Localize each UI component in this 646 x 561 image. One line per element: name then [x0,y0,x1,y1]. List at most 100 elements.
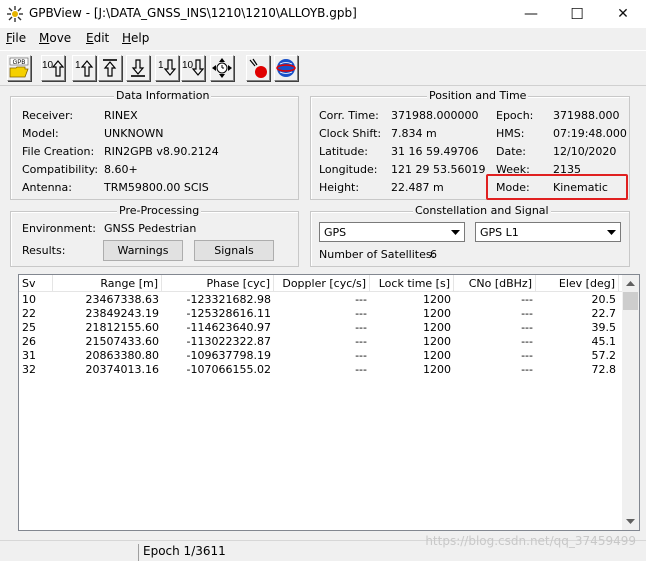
col-elev[interactable]: Elev [deg] [536,275,619,292]
globe-icon [276,59,296,77]
table-row[interactable]: 22 23849243.19 -125328616.11 --- 1200 --… [19,307,622,321]
warnings-button[interactable]: Warnings [103,240,183,261]
menu-move[interactable]: Move [39,31,71,45]
minimize-icon: — [524,6,538,22]
signal-select[interactable]: GPS L1 [475,222,621,242]
scroll-thumb[interactable] [623,292,638,310]
table-row[interactable]: 32 20374013.16 -107066155.02 --- 1200 --… [19,363,622,377]
cell-range: 21812155.60 [85,321,159,334]
corr-time-value: 371988.000000 [391,109,479,122]
forward-10-epochs-button[interactable]: 10 [181,55,205,81]
latitude-value: 31 16 59.49706 [391,145,479,158]
back-10-epochs-button[interactable]: 10 [41,55,65,81]
maximize-button[interactable]: ☐ [554,0,600,28]
cell-sv: 22 [22,307,36,320]
menu-edit[interactable]: Edit [86,31,109,45]
cell-lock-time: 1200 [423,293,451,306]
bottom-arrow-icon [131,59,145,77]
close-icon: ✕ [617,6,629,22]
gpb-icon-label: GPB [13,60,26,66]
window-title: GPBView - [J:\DATA_GNSS_INS\1210\1210\AL… [29,6,357,20]
constellation-select[interactable]: GPS [319,222,465,242]
col-sv[interactable]: Sv [19,275,53,292]
col-range[interactable]: Range [m] [53,275,162,292]
table-row[interactable]: 10 23467338.63 -123321682.98 --- 1200 --… [19,293,622,307]
height-value: 22.487 m [391,181,444,194]
cell-phase: -113022322.87 [186,335,271,348]
cell-cno: --- [521,321,533,334]
down-10-arrow-icon: 10 [182,59,204,76]
cell-doppler: --- [355,349,367,362]
col-lock-time[interactable]: Lock time [s] [370,275,454,292]
title-bar: GPBView - [J:\DATA_GNSS_INS\1210\1210\AL… [0,0,646,28]
constellation-signal-group: Constellation and Signal GPS GPS L1 Numb… [310,204,630,267]
model-value: UNKNOWN [104,127,164,140]
first-epoch-button[interactable] [98,55,122,81]
cell-elev: 72.8 [591,363,617,376]
open-gpb-button[interactable]: GPB [7,55,31,81]
date-value: 12/10/2020 [553,145,617,158]
back-1-epoch-button[interactable]: 1 [72,55,96,81]
cell-cno: --- [521,363,533,376]
model-label: Model: [22,127,59,140]
scroll-up-icon[interactable] [622,275,639,292]
up-1-num: 1 [75,60,81,71]
cell-lock-time: 1200 [423,349,451,362]
satellite-table[interactable]: Sv Range [m] Phase [cyc] Doppler [cyc/s]… [18,274,640,531]
last-epoch-button[interactable] [126,55,150,81]
epoch-value: 371988.000 [553,109,620,122]
table-row[interactable]: 25 21812155.60 -114623640.97 --- 1200 --… [19,321,622,335]
scroll-down-icon[interactable] [622,513,639,530]
cell-range: 20374013.16 [85,363,159,376]
epoch-label: Epoch: [496,109,534,122]
cell-elev: 57.2 [591,349,617,362]
constellation-select-value: GPS [324,226,347,239]
stop-button[interactable] [246,55,270,81]
toolbar: GPB 10 1 1 10 [0,50,646,86]
menu-help[interactable]: Help [122,31,149,45]
mode-highlight-box [486,174,628,200]
col-cno[interactable]: CNo [dBHz] [454,275,536,292]
num-satellites-value: 6 [430,248,437,261]
hms-value: 07:19:48.000 [553,127,627,140]
down-10-num: 10 [182,60,194,71]
cell-sv: 32 [22,363,36,376]
menu-file[interactable]: File [6,31,26,45]
clock-shift-label: Clock Shift: [319,127,382,140]
compatibility-label: Compatibility: [22,163,99,176]
file-creation-value: RIN2GPB v8.90.2124 [104,145,219,158]
signals-button[interactable]: Signals [194,240,274,261]
cell-elev: 20.5 [591,293,617,306]
cell-phase: -123321682.98 [186,293,271,306]
data-information-title: Data Information [114,89,212,102]
up-10-arrow-icon: 10 [42,60,64,77]
latitude-label: Latitude: [319,145,368,158]
about-button[interactable] [274,55,298,81]
goto-time-button[interactable] [210,55,234,81]
data-information-group: Data Information Receiver: RINEX Model: … [10,89,299,200]
app-icon [7,6,23,22]
vertical-scrollbar[interactable] [622,275,639,530]
up-1-arrow-icon: 1 [75,60,94,77]
col-phase[interactable]: Phase [cyc] [162,275,274,292]
stop-marker-icon [249,58,267,78]
close-button[interactable]: ✕ [600,0,646,28]
cell-cno: --- [521,293,533,306]
table-row[interactable]: 31 20863380.80 -109637798.19 --- 1200 --… [19,349,622,363]
minimize-button[interactable]: — [508,0,554,28]
date-label: Date: [496,145,526,158]
cell-phase: -109637798.19 [186,349,271,362]
clock-arrows-icon [212,58,232,78]
forward-1-epoch-button[interactable]: 1 [155,55,179,81]
cell-cno: --- [521,349,533,362]
col-doppler[interactable]: Doppler [cyc/s] [274,275,370,292]
hms-label: HMS: [496,127,525,140]
cell-elev: 22.7 [591,307,617,320]
menu-bar: File Move Edit Help [0,28,646,48]
cell-lock-time: 1200 [423,307,451,320]
table-row[interactable]: 26 21507433.60 -113022322.87 --- 1200 --… [19,335,622,349]
preprocessing-title: Pre-Processing [117,204,202,217]
cell-lock-time: 1200 [423,321,451,334]
cell-sv: 10 [22,293,36,306]
cell-doppler: --- [355,307,367,320]
